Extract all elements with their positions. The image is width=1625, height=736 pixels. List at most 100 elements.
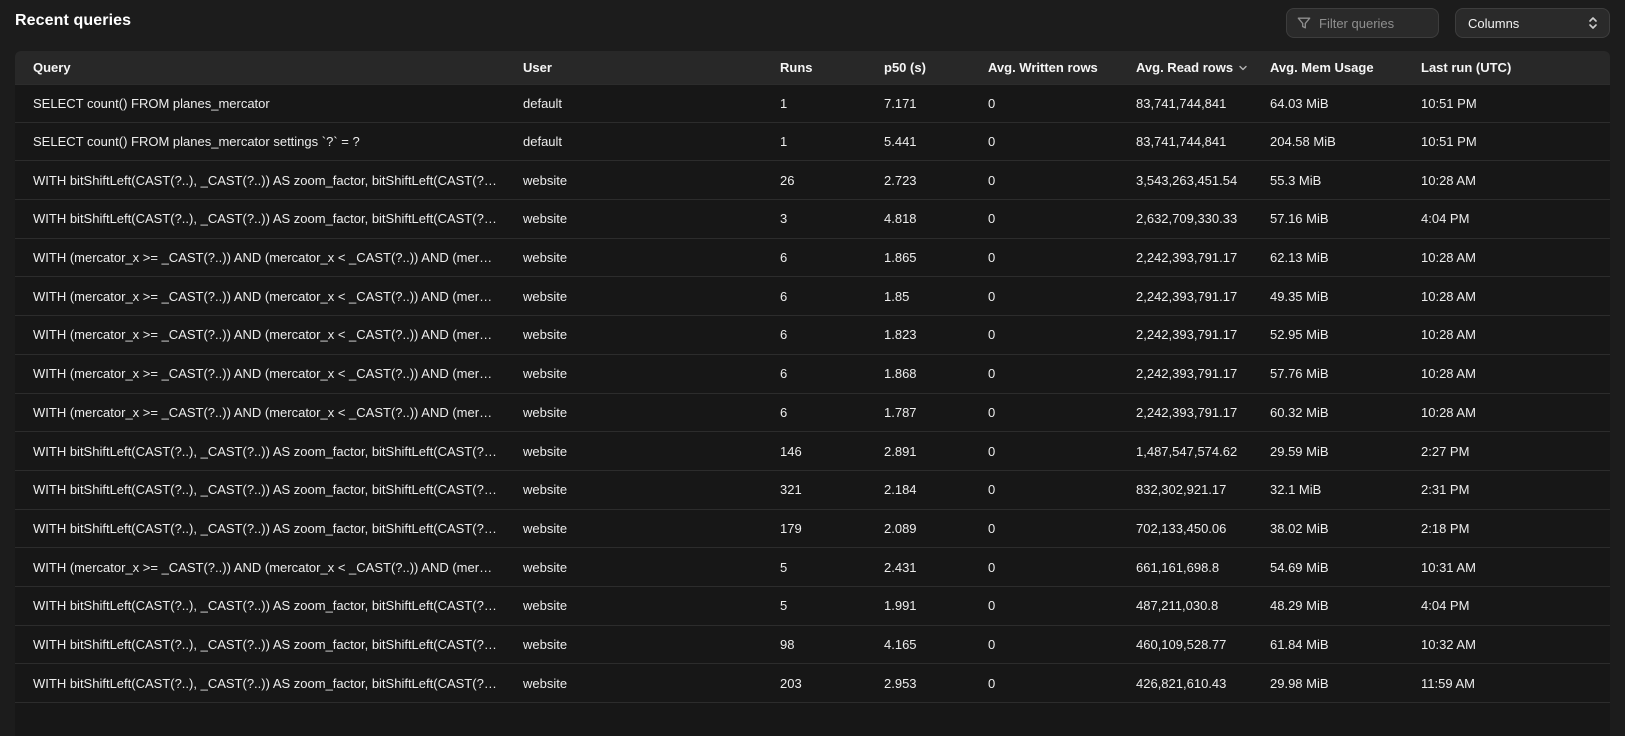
recent-queries-table: Query User Runs p50 (s) Avg. Written rows Avg… [15,51,1610,736]
query-cell: WITH (mercator_x >= _CAST(?..)) AND (mer… [15,327,505,342]
table-row[interactable]: WITH (mercator_x >= _CAST(?..)) AND (mer… [15,355,1610,394]
user-cell: website [505,676,762,691]
user-cell: default [505,96,762,111]
mem-cell: 54.69 MiB [1252,560,1403,575]
column-header-p50[interactable]: p50 (s) [866,60,970,75]
page-title: Recent queries [15,12,131,30]
user-cell: website [505,366,762,381]
mem-cell: 57.76 MiB [1252,366,1403,381]
p50-cell: 2.723 [866,173,970,188]
written-cell: 0 [970,134,1118,149]
read-cell: 83,741,744,841 [1118,96,1252,111]
query-cell: WITH bitShiftLeft(CAST(?..), _CAST(?..))… [15,211,505,226]
written-cell: 0 [970,289,1118,304]
mem-cell: 52.95 MiB [1252,327,1403,342]
table-row[interactable]: WITH bitShiftLeft(CAST(?..), _CAST(?..))… [15,200,1610,239]
query-cell: WITH bitShiftLeft(CAST(?..), _CAST(?..))… [15,637,505,652]
table-row[interactable]: WITH (mercator_x >= _CAST(?..)) AND (mer… [15,316,1610,355]
user-cell: website [505,444,762,459]
mem-cell: 204.58 MiB [1252,134,1403,149]
mem-cell: 61.84 MiB [1252,637,1403,652]
written-cell: 0 [970,211,1118,226]
table-row[interactable]: WITH bitShiftLeft(CAST(?..), _CAST(?..))… [15,626,1610,665]
mem-cell: 60.32 MiB [1252,405,1403,420]
column-header-label: p50 (s) [884,60,926,75]
written-cell: 0 [970,250,1118,265]
read-cell: 2,242,393,791.17 [1118,405,1252,420]
mem-cell: 29.98 MiB [1252,676,1403,691]
table-row[interactable]: WITH (mercator_x >= _CAST(?..)) AND (mer… [15,394,1610,433]
p50-cell: 4.165 [866,637,970,652]
mem-cell: 64.03 MiB [1252,96,1403,111]
user-cell: website [505,405,762,420]
table-row[interactable]: WITH bitShiftLeft(CAST(?..), _CAST(?..))… [15,664,1610,703]
p50-cell: 2.089 [866,521,970,536]
table-row[interactable]: WITH (mercator_x >= _CAST(?..)) AND (mer… [15,239,1610,278]
runs-cell: 5 [762,560,866,575]
table-row[interactable]: SELECT count() FROM planes_mercator sett… [15,123,1610,162]
query-cell: WITH (mercator_x >= _CAST(?..)) AND (mer… [15,560,505,575]
column-header-runs[interactable]: Runs [762,60,866,75]
lastrun-cell: 10:28 AM [1403,173,1610,188]
columns-dropdown[interactable]: Columns [1455,8,1610,38]
runs-cell: 26 [762,173,866,188]
user-cell: website [505,521,762,536]
written-cell: 0 [970,366,1118,381]
p50-cell: 1.823 [866,327,970,342]
column-header-label: Runs [780,60,813,75]
sort-desc-chevron-icon [1238,63,1248,73]
user-cell: default [505,134,762,149]
user-cell: website [505,637,762,652]
lastrun-cell: 10:32 AM [1403,637,1610,652]
recent-queries-page: Recent queries Columns [0,0,1625,736]
p50-cell: 5.441 [866,134,970,149]
runs-cell: 6 [762,405,866,420]
query-cell: SELECT count() FROM planes_mercator sett… [15,134,505,149]
query-cell: WITH bitShiftLeft(CAST(?..), _CAST(?..))… [15,676,505,691]
written-cell: 0 [970,598,1118,613]
query-cell: WITH bitShiftLeft(CAST(?..), _CAST(?..))… [15,444,505,459]
table-row[interactable]: WITH bitShiftLeft(CAST(?..), _CAST(?..))… [15,471,1610,510]
mem-cell: 57.16 MiB [1252,211,1403,226]
table-row[interactable]: WITH bitShiftLeft(CAST(?..), _CAST(?..))… [15,510,1610,549]
read-cell: 487,211,030.8 [1118,598,1252,613]
table-row[interactable]: WITH bitShiftLeft(CAST(?..), _CAST(?..))… [15,432,1610,471]
read-cell: 2,242,393,791.17 [1118,366,1252,381]
written-cell: 0 [970,327,1118,342]
column-header-mem[interactable]: Avg. Mem Usage [1252,60,1403,75]
read-cell: 661,161,698.8 [1118,560,1252,575]
p50-cell: 2.953 [866,676,970,691]
column-header-lastrun[interactable]: Last run (UTC) [1403,60,1610,75]
column-header-label: User [523,60,552,75]
runs-cell: 3 [762,211,866,226]
filter-queries-box[interactable] [1286,8,1439,38]
mem-cell: 55.3 MiB [1252,173,1403,188]
lastrun-cell: 10:28 AM [1403,289,1610,304]
table-row[interactable]: WITH bitShiftLeft(CAST(?..), _CAST(?..))… [15,587,1610,626]
p50-cell: 7.171 [866,96,970,111]
read-cell: 2,632,709,330.33 [1118,211,1252,226]
column-header-label: Avg. Written rows [988,60,1098,75]
lastrun-cell: 10:51 PM [1403,96,1610,111]
read-cell: 3,543,263,451.54 [1118,173,1252,188]
table-row[interactable]: WITH bitShiftLeft(CAST(?..), _CAST(?..))… [15,161,1610,200]
table-row-partial[interactable] [15,703,1610,736]
top-bar: Recent queries Columns [0,0,1625,46]
column-header-read[interactable]: Avg. Read rows [1118,60,1252,75]
p50-cell: 2.184 [866,482,970,497]
table-row[interactable]: SELECT count() FROM planes_mercatordefau… [15,84,1610,123]
column-header-query[interactable]: Query [15,60,505,75]
read-cell: 832,302,921.17 [1118,482,1252,497]
p50-cell: 2.431 [866,560,970,575]
written-cell: 0 [970,96,1118,111]
user-cell: website [505,211,762,226]
table-row[interactable]: WITH (mercator_x >= _CAST(?..)) AND (mer… [15,277,1610,316]
column-header-user[interactable]: User [505,60,762,75]
filter-queries-input[interactable] [1319,16,1428,31]
runs-cell: 1 [762,96,866,111]
column-header-written[interactable]: Avg. Written rows [970,60,1118,75]
mem-cell: 49.35 MiB [1252,289,1403,304]
table-row[interactable]: WITH (mercator_x >= _CAST(?..)) AND (mer… [15,548,1610,587]
written-cell: 0 [970,637,1118,652]
columns-dropdown-label: Columns [1468,16,1519,31]
